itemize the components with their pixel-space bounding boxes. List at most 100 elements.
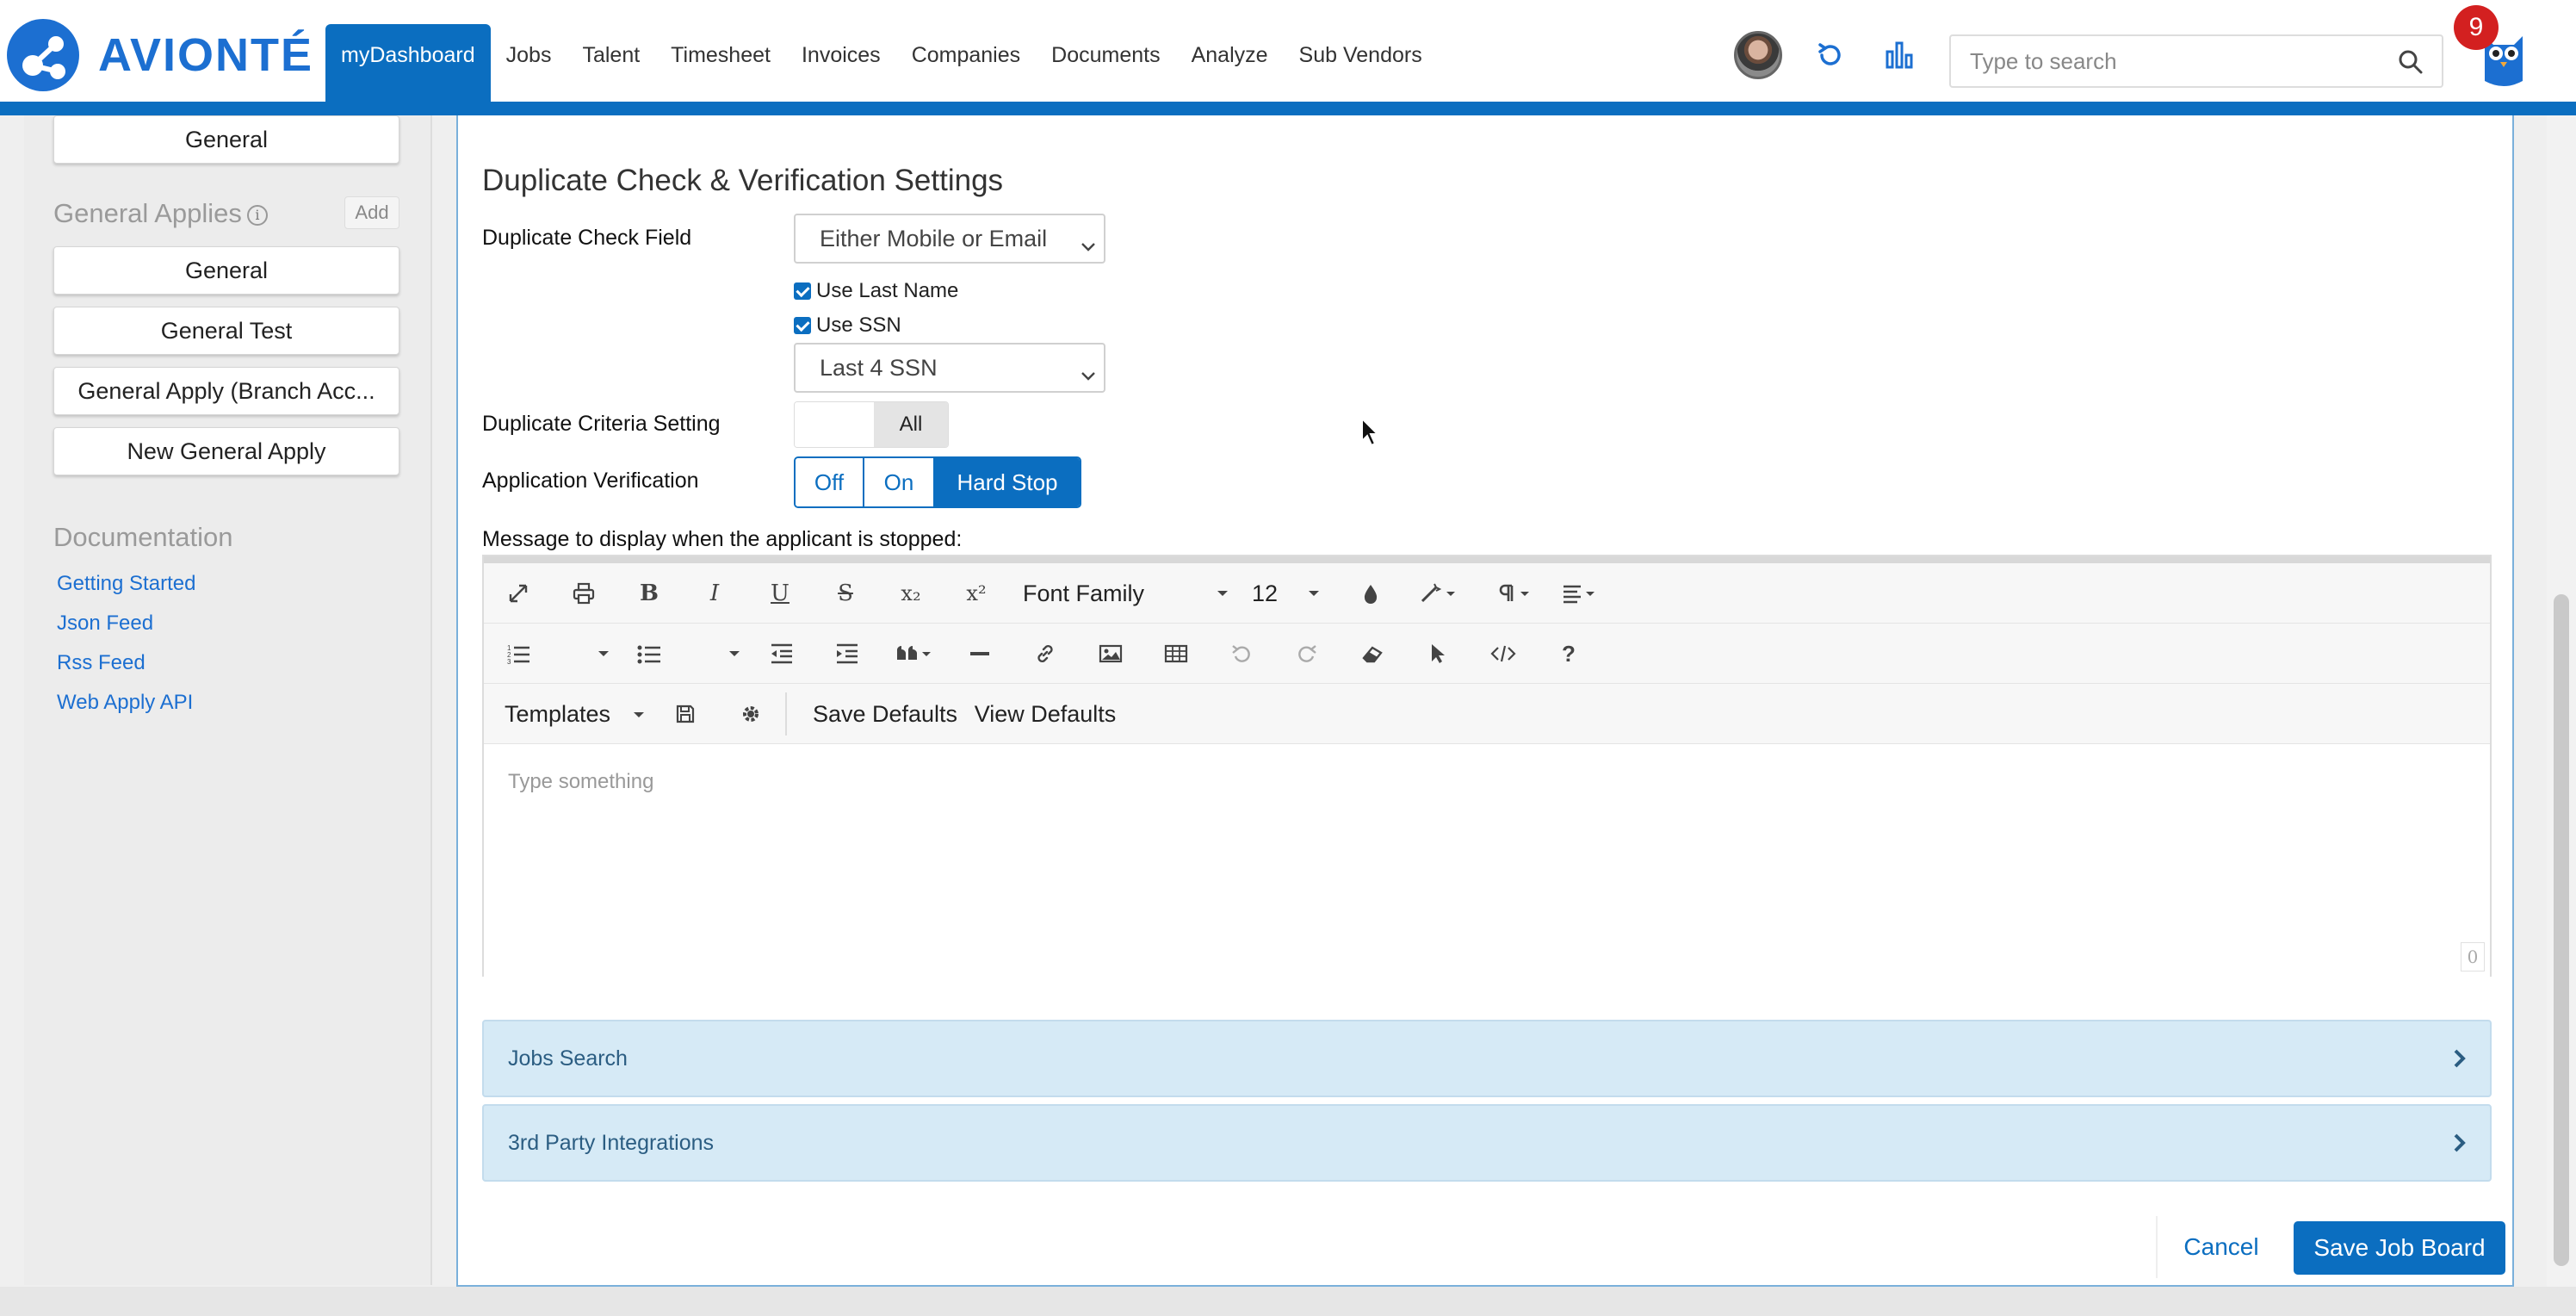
indent-icon[interactable] (830, 624, 864, 684)
duplicate-criteria-toggle[interactable]: All (794, 401, 949, 448)
sidebar-item-new-general-apply[interactable]: New General Apply (53, 427, 399, 475)
sidebar-item-general-test[interactable]: General Test (53, 307, 399, 355)
bar-chart-icon[interactable] (1882, 38, 1917, 72)
undo-icon[interactable] (1224, 624, 1259, 684)
horizontal-rule-icon[interactable] (963, 624, 997, 684)
logo-mark-icon (7, 19, 79, 91)
link-rss-feed[interactable]: Rss Feed (57, 651, 146, 675)
notification-badge[interactable]: 9 (2454, 5, 2499, 50)
font-size-dropdown[interactable]: 12 (1252, 563, 1321, 624)
rich-text-editor: B I U S x₂ x² Font Family 12 1 2 3 ? Tem… (482, 555, 2492, 977)
global-search[interactable] (1949, 34, 2443, 88)
add-general-apply-button[interactable]: Add (344, 196, 399, 229)
nav-item-talent[interactable]: Talent (567, 24, 655, 102)
italic-icon[interactable]: I (697, 563, 732, 624)
help-icon[interactable]: ? (1551, 624, 1586, 684)
verification-option-on[interactable]: On (864, 458, 935, 506)
editor-toolbar-row-2: 123 ? (484, 624, 2490, 684)
duplicate-check-field-select[interactable]: Either Mobile or Email (794, 214, 1105, 264)
sidebar-item-general-top[interactable]: General (53, 115, 399, 164)
strikethrough-icon[interactable]: S (828, 563, 863, 624)
link-json-feed[interactable]: Json Feed (57, 611, 153, 636)
table-icon[interactable] (1159, 624, 1193, 684)
scrollbar-thumb[interactable] (2554, 594, 2569, 1266)
sidebar-item-general-apply-branch[interactable]: General Apply (Branch Acc... (53, 367, 399, 415)
subscript-icon[interactable]: x₂ (894, 563, 928, 624)
chevron-down-icon (1080, 233, 1097, 259)
editor-top-border (484, 556, 2490, 563)
unordered-list-dropdown-icon[interactable] (721, 624, 747, 684)
svg-text:3: 3 (507, 658, 511, 665)
image-icon[interactable] (1093, 624, 1128, 684)
align-icon[interactable] (1555, 563, 1603, 624)
save-job-board-button[interactable]: Save Job Board (2294, 1221, 2505, 1275)
font-size-value: 12 (1252, 580, 1279, 606)
save-defaults-button[interactable]: Save Defaults (808, 684, 963, 744)
accordion-3rd-party-integrations[interactable]: 3rd Party Integrations (482, 1104, 2492, 1182)
user-avatar[interactable] (1734, 31, 1782, 79)
duplicate-check-field-value: Either Mobile or Email (820, 225, 1048, 251)
unordered-list-icon[interactable] (632, 624, 666, 684)
superscript-icon[interactable]: x² (959, 563, 994, 624)
cancel-button[interactable]: Cancel (2156, 1216, 2285, 1278)
bold-icon[interactable]: B (632, 563, 666, 624)
font-family-dropdown[interactable]: Font Family (1023, 563, 1229, 624)
paragraph-icon[interactable] (1489, 563, 1538, 624)
documentation-heading: Documentation (53, 522, 233, 552)
view-defaults-button[interactable]: View Defaults (968, 684, 1123, 744)
ordered-list-icon[interactable]: 123 (501, 624, 536, 684)
editor-content-area[interactable]: Type something 0 (484, 744, 2490, 977)
section-title: Duplicate Check & Verification Settings (482, 164, 1004, 197)
fullscreen-icon[interactable] (501, 563, 536, 624)
application-verification-label: Application Verification (482, 469, 699, 493)
general-applies-title: General Applies (53, 198, 242, 228)
link-web-apply-api[interactable]: Web Apply API (57, 691, 193, 715)
application-verification-segmented: Off On Hard Stop (794, 456, 1081, 508)
underline-icon[interactable]: U (763, 563, 797, 624)
sidebar: General General Applies i Add General Gen… (24, 115, 432, 1285)
nav-item-mydashboard[interactable]: myDashboard (325, 24, 491, 102)
accordion-jobs-search[interactable]: Jobs Search (482, 1020, 2492, 1097)
print-icon[interactable] (567, 563, 601, 624)
avionte-logo[interactable]: AVIONTÉ (7, 19, 313, 91)
nav-item-invoices[interactable]: Invoices (786, 24, 896, 102)
verification-option-off[interactable]: Off (796, 458, 864, 506)
code-view-icon[interactable] (1486, 624, 1520, 684)
gear-icon[interactable] (734, 684, 768, 744)
nav-item-jobs[interactable]: Jobs (491, 24, 567, 102)
search-icon[interactable] (2397, 48, 2424, 80)
templates-dropdown[interactable]: Templates (505, 684, 651, 744)
use-ssn-checkbox[interactable]: Use SSN (794, 313, 901, 338)
redo-icon[interactable] (1290, 624, 1324, 684)
use-ssn-label: Use SSN (816, 313, 901, 337)
search-input[interactable] (1951, 36, 2364, 86)
sidebar-item-general[interactable]: General (53, 246, 399, 295)
ordered-list-dropdown-icon[interactable] (591, 624, 616, 684)
refresh-icon[interactable] (1813, 38, 1848, 72)
link-getting-started[interactable]: Getting Started (57, 572, 195, 596)
color-drop-icon[interactable] (1353, 563, 1388, 624)
link-icon[interactable] (1028, 624, 1062, 684)
blockquote-icon[interactable] (890, 624, 938, 684)
nav-item-timesheet[interactable]: Timesheet (655, 24, 786, 102)
toggle-all-option[interactable]: All (874, 402, 948, 447)
checkbox-checked-icon[interactable] (794, 282, 811, 300)
outdent-icon[interactable] (765, 624, 799, 684)
nav-item-analyze[interactable]: Analyze (1176, 24, 1284, 102)
checkbox-checked-icon[interactable] (794, 317, 811, 334)
nav-item-companies[interactable]: Companies (896, 24, 1036, 102)
magic-wand-icon[interactable] (1414, 563, 1462, 624)
select-icon[interactable] (1421, 624, 1455, 684)
info-icon[interactable]: i (246, 204, 268, 226)
duplicate-check-field-label: Duplicate Check Field (482, 226, 692, 250)
ssn-option-select[interactable]: Last 4 SSN (794, 343, 1105, 393)
use-last-name-checkbox[interactable]: Use Last Name (794, 279, 958, 303)
verification-option-hard-stop[interactable]: Hard Stop (935, 458, 1080, 506)
eraser-icon[interactable] (1355, 624, 1390, 684)
nav-item-documents[interactable]: Documents (1036, 24, 1175, 102)
save-template-icon[interactable] (668, 684, 703, 744)
use-last-name-label: Use Last Name (816, 279, 959, 302)
nav-item-sub-vendors[interactable]: Sub Vendors (1284, 24, 1438, 102)
toggle-off-side[interactable] (795, 402, 874, 447)
stop-message-label: Message to display when the applicant is… (482, 527, 963, 551)
